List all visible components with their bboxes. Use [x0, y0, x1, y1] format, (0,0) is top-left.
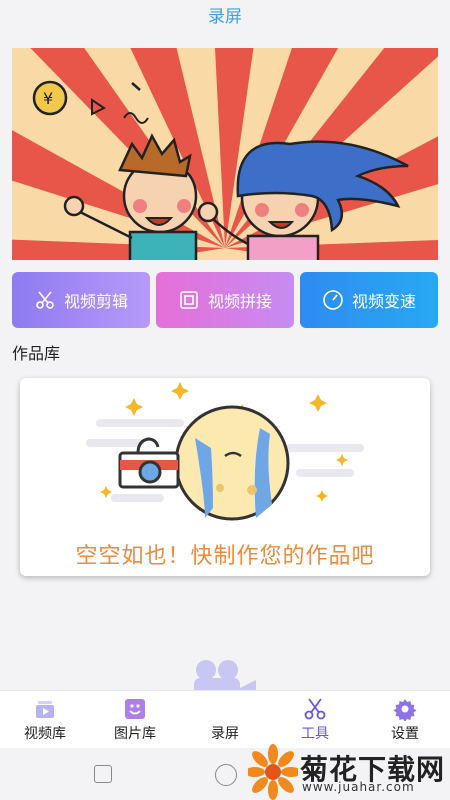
- tab-tools[interactable]: 工具: [270, 691, 360, 749]
- video-speed-button[interactable]: 视频变速: [300, 272, 438, 328]
- speedometer-icon: [322, 289, 344, 311]
- tab-screen-record[interactable]: 录屏: [180, 691, 270, 749]
- recent-apps-button[interactable]: [94, 765, 112, 783]
- scissors-icon: [34, 289, 56, 311]
- works-section-title: 作品库: [12, 344, 61, 363]
- works-empty-card: 空空如也！快制作您的作品吧: [20, 378, 430, 576]
- video-join-label: 视频拼接: [207, 292, 272, 311]
- home-button[interactable]: [215, 764, 237, 786]
- bottom-tab-bar: 视频库 图片库 录屏 工具 设置: [0, 690, 450, 749]
- scissors-icon: [304, 698, 326, 720]
- image-library-icon: [125, 699, 145, 719]
- chrysanthemum-logo: [248, 744, 298, 800]
- video-cut-label: 视频剪辑: [63, 292, 128, 311]
- tab-image-library[interactable]: 图片库: [90, 691, 180, 749]
- tab-settings[interactable]: 设置: [360, 691, 450, 749]
- video-join-button[interactable]: 视频拼接: [156, 272, 294, 328]
- banner-image: ¥: [12, 48, 438, 260]
- watermark: 菊花下载网 www.juahar.com: [248, 744, 450, 800]
- merge-icon: [178, 289, 200, 311]
- video-library-icon: [36, 701, 54, 718]
- svg-text:¥: ¥: [43, 89, 53, 108]
- empty-illustration: [86, 382, 364, 521]
- page-title: 录屏: [208, 7, 242, 27]
- video-speed-label: 视频变速: [351, 292, 416, 311]
- video-cut-button[interactable]: 视频剪辑: [12, 272, 150, 328]
- tab-video-library[interactable]: 视频库: [0, 691, 90, 749]
- empty-works-message: 空空如也！快制作您的作品吧: [75, 544, 375, 569]
- gear-icon: [393, 699, 417, 721]
